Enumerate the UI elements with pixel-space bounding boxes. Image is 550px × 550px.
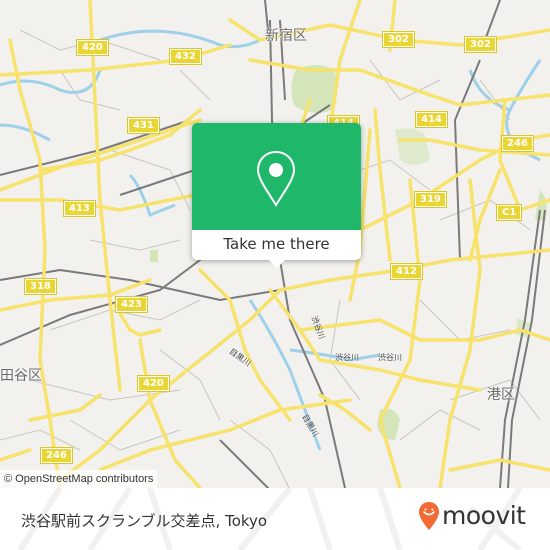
route-shield: 432 (169, 48, 202, 65)
place-name: 渋谷駅前スクランブル交差点, Tokyo (21, 512, 268, 530)
route-shield: 414 (415, 111, 448, 128)
river-label: 渋谷川 (378, 353, 402, 362)
map-view[interactable]: 新宿区 田谷区 港区 420 432 302 302 414 414 246 4… (0, 0, 550, 488)
location-popup: Take me there (192, 123, 361, 268)
ward-label-minato: 港区 (487, 387, 515, 403)
route-shield: 420 (76, 39, 109, 56)
ward-label-shinjuku: 新宿区 (265, 28, 307, 44)
route-shield: C1 (495, 204, 523, 221)
moovit-pin-icon (419, 502, 439, 530)
route-shield: 246 (501, 135, 534, 152)
moovit-logo[interactable]: moovit (418, 501, 526, 531)
map-attribution[interactable]: © OpenStreetMap contributors (0, 470, 158, 488)
ward-label-setagaya: 田谷区 (0, 368, 42, 384)
route-shield: 302 (464, 36, 497, 53)
river-label: 渋谷川 (335, 353, 359, 362)
route-shield: 420 (137, 375, 170, 392)
route-shield: 319 (414, 191, 447, 208)
popup-header (192, 123, 361, 230)
map-pin-icon (256, 150, 296, 207)
footer: 渋谷駅前スクランブル交差点, Tokyo moovit (0, 488, 550, 550)
route-shield: 412 (390, 263, 423, 280)
moovit-wordmark: moovit (442, 501, 526, 530)
take-me-there-button[interactable]: Take me there (192, 230, 361, 260)
route-shield: 318 (24, 278, 57, 295)
popup-pointer (268, 259, 286, 268)
route-shield: 246 (40, 447, 73, 464)
route-shield: 302 (382, 31, 415, 48)
route-shield: 431 (127, 117, 160, 134)
route-shield: 413 (63, 200, 96, 217)
route-shield: 423 (115, 296, 148, 313)
